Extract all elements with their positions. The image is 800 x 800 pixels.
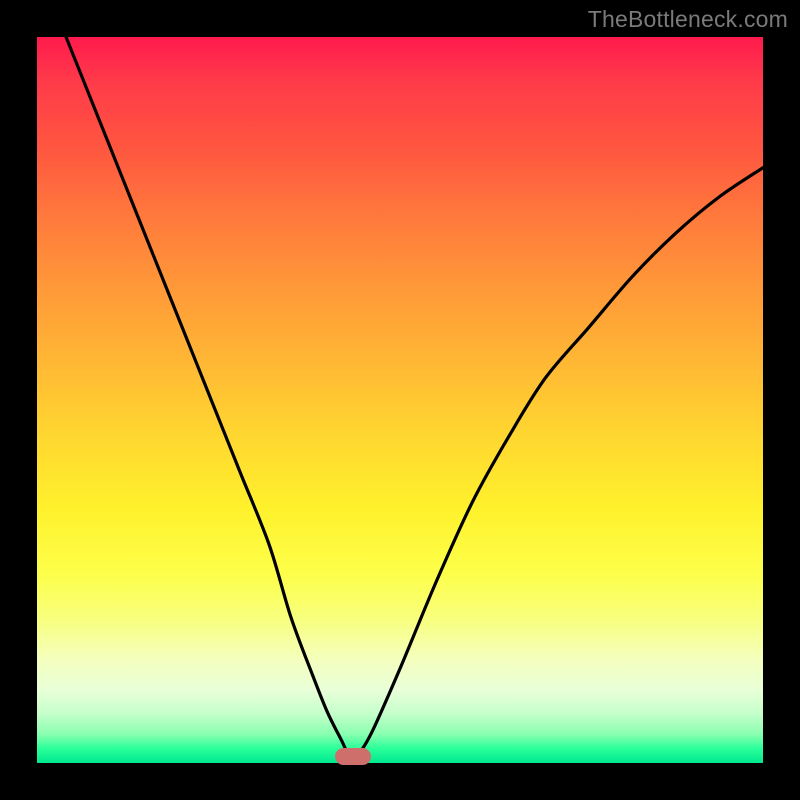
watermark-text: TheBottleneck.com <box>588 6 788 33</box>
optimum-marker <box>335 748 371 765</box>
chart-frame: TheBottleneck.com <box>0 0 800 800</box>
plot-area <box>37 37 763 763</box>
curve-path <box>37 37 763 758</box>
bottleneck-curve <box>37 37 763 763</box>
